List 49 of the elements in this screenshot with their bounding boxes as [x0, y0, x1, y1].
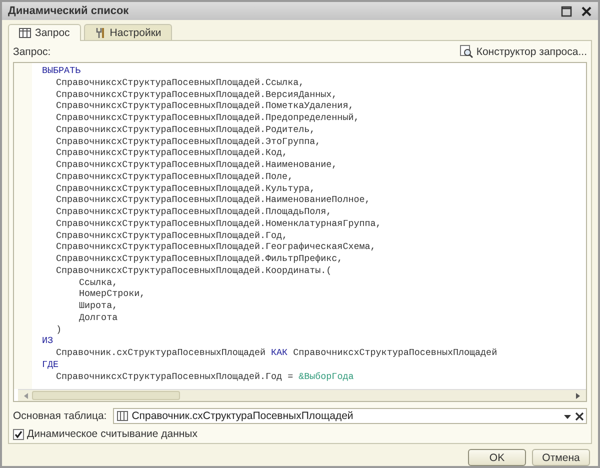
- scroll-right-icon: [576, 392, 580, 398]
- code-line: СправочниксхСтруктураПосевныхПлощадей.Год = &ВыборГода: [56, 370, 354, 382]
- code-line: СправочниксхСтруктураПосевныхПлощадей.ФильтрПрефикс,: [56, 253, 343, 265]
- window-title: Динамический список: [8, 5, 129, 17]
- code-line: СправочниксхСтруктураПосевныхПлощадей.ПометкаУдаления,: [56, 100, 354, 112]
- table-icon: [19, 28, 31, 38]
- code-line: СправочниксхСтруктураПосевныхПлощадей.Координаты.(: [56, 264, 332, 276]
- code-line: СправочниксхСтруктураПосевныхПлощадей.Наименование,: [56, 159, 338, 171]
- checkbox[interactable]: [13, 428, 24, 440]
- query-editor[interactable]: [13, 62, 587, 402]
- tab[interactable]: Запрос: [8, 24, 81, 41]
- code-line: СправочниксхСтруктураПосевныхПлощадей.Культура,: [56, 182, 316, 194]
- code-line: СправочниксхСтруктураПосевныхПлощадей.Родитель,: [56, 124, 316, 136]
- code-line: НомерСтроки,: [79, 288, 146, 300]
- horizontal-scrollbar[interactable]: [18, 389, 586, 401]
- dialog-button[interactable]: Отмена: [532, 449, 590, 466]
- code-line: СправочниксхСтруктураПосевныхПлощадей.НоменклатурнаяГруппа,: [56, 218, 382, 230]
- table-icon: [116, 411, 128, 421]
- code-line: СправочниксхСтруктураПосевныхПлощадей.Поле,: [56, 170, 294, 182]
- tab[interactable]: Настройки: [84, 24, 172, 40]
- code-line: СправочниксхСтруктураПосевныхПлощадей.ГеографическаяСхема,: [56, 241, 376, 253]
- magnifier-icon: [460, 45, 474, 58]
- code-line: СправочниксхСтруктураПосевныхПлощадей.Предопределенный,: [56, 112, 360, 124]
- dialog-button[interactable]: OK: [468, 449, 526, 466]
- query-label: Запрос:: [13, 46, 51, 58]
- maximize-icon: [560, 6, 572, 16]
- code-line: СправочниксхСтруктураПосевныхПлощадей.Код,: [56, 147, 288, 159]
- code-line: Ссылка,: [79, 276, 118, 288]
- main-table-field[interactable]: Справочник.схСтруктураПосевныхПлощадей: [112, 408, 587, 424]
- code-line: Широта,: [79, 300, 118, 312]
- code-line: СправочниксхСтруктураПосевныхПлощадей.НаименованиеПолное,: [56, 194, 370, 206]
- code-line: ГДЕ: [42, 358, 59, 370]
- code-line: ): [56, 324, 62, 336]
- code-line: СправочниксхСтруктураПосевныхПлощадей.ВерсияДанных,: [56, 88, 338, 100]
- main-table-label: Основная таблица:: [13, 410, 107, 422]
- query-builder-button[interactable]: Конструктор запроса...: [460, 45, 587, 58]
- code-line: СправочниксхСтруктураПосевныхПлощадей.ПлощадьПоля,: [56, 206, 332, 218]
- close-icon: [580, 6, 592, 16]
- scroll-thumb[interactable]: [32, 391, 180, 400]
- code-line: СправочниксхСтруктураПосевныхПлощадей.ЭтоГруппа,: [56, 136, 321, 148]
- code-line: СправочниксхСтруктураПосевныхПлощадей.Ссылка,: [56, 76, 304, 88]
- scroll-left-icon: [24, 392, 28, 398]
- code-line: Справочник.схСтруктураПосевныхПлощадей КАК СправочниксхСтруктураПосевныхПлощадей: [56, 347, 498, 359]
- code-line: ВЫБРАТЬ: [42, 65, 81, 77]
- code-line: Долгота: [79, 312, 118, 324]
- code-line: СправочниксхСтруктураПосевныхПлощадей.Год,: [56, 230, 288, 242]
- checkbox-label: Динамическое считывание данных: [27, 428, 198, 440]
- clear-icon[interactable]: [575, 412, 584, 420]
- code-line: ИЗ: [42, 335, 54, 347]
